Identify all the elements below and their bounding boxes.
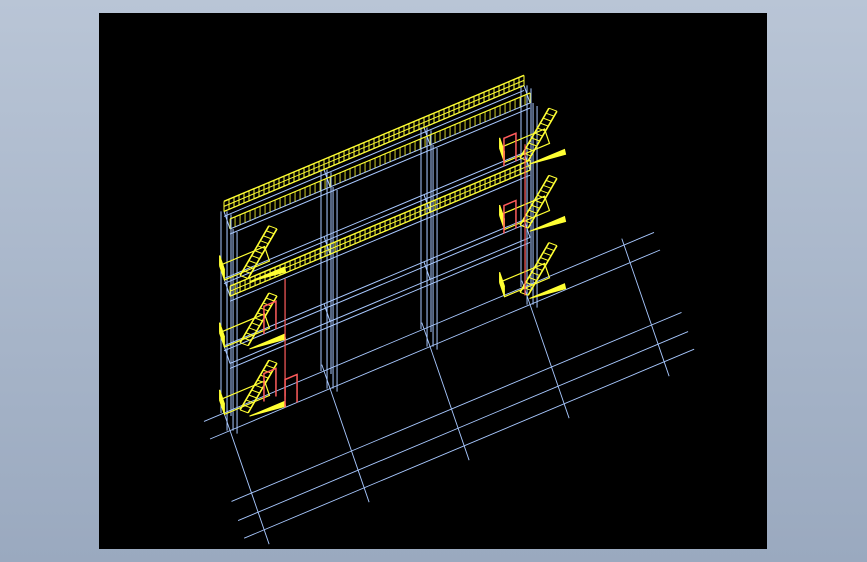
- stair-tread: [248, 327, 257, 332]
- stair-tread: [534, 199, 543, 204]
- stair-tread: [543, 117, 552, 122]
- railing-top-rail: [223, 74, 525, 202]
- beam-longitudinal: [223, 157, 525, 285]
- cad-model-viewport[interactable]: [99, 13, 767, 549]
- stair-tread: [545, 179, 555, 184]
- grid-line-x: [237, 331, 689, 522]
- structure-beams: [223, 84, 531, 369]
- stair-tread: [540, 122, 549, 127]
- stair-tread: [548, 174, 558, 179]
- stair-tread: [540, 257, 549, 261]
- grid-line-x: [231, 311, 682, 502]
- stair-tread: [268, 359, 278, 364]
- railing-mid-rail: [223, 79, 525, 207]
- stair-landing-plate: [529, 215, 567, 232]
- stair-tread: [268, 292, 278, 297]
- stair-tread: [254, 317, 263, 322]
- stair-tread: [265, 230, 275, 235]
- stair-tread: [265, 297, 275, 302]
- stair-tread: [254, 384, 263, 389]
- door-frame: [284, 373, 298, 408]
- stair-tread: [543, 252, 552, 257]
- railing-top-rail: [229, 159, 531, 287]
- stair-tread: [548, 107, 558, 112]
- grid-line-y: [221, 406, 270, 545]
- stair-tread: [260, 240, 269, 245]
- stair-tread: [268, 225, 278, 230]
- stair-landing-plate: [529, 283, 567, 300]
- stair-tread: [548, 242, 558, 247]
- wireframe-drawing: [203, 74, 695, 545]
- stair-landing-plate: [529, 148, 567, 165]
- beam-longitudinal: [223, 89, 525, 217]
- stair-tread: [534, 132, 543, 137]
- beam-longitudinal: [229, 107, 531, 235]
- ground-grid: [203, 231, 695, 545]
- stair-tread: [251, 255, 260, 260]
- stair-tread: [263, 235, 272, 240]
- stair-tread: [543, 184, 552, 189]
- stair-tread: [239, 275, 249, 279]
- stair-tread: [239, 409, 249, 414]
- grid-line-y: [621, 238, 670, 377]
- stair-tread: [534, 266, 543, 271]
- grid-line-x: [209, 249, 661, 440]
- stair-tread: [248, 260, 257, 265]
- grid-line-y: [521, 280, 570, 419]
- grid-line-x: [243, 348, 695, 539]
- grid-line-y: [421, 322, 470, 461]
- railing-base: [223, 84, 525, 212]
- stair-tread: [239, 342, 249, 347]
- stair-landing-plate: [249, 333, 287, 350]
- stair-tread: [545, 112, 555, 117]
- beam-longitudinal: [229, 241, 531, 369]
- stair-tread: [251, 389, 260, 394]
- stair-tread: [265, 364, 275, 369]
- stair-tread: [540, 189, 549, 194]
- stair-landing-plate: [249, 400, 287, 417]
- stair-tread: [248, 394, 257, 399]
- stair-tread: [254, 250, 263, 255]
- stair-tread: [251, 322, 260, 327]
- beam-longitudinal: [229, 174, 531, 302]
- grid-line-x: [203, 231, 655, 422]
- stair-tread: [545, 247, 555, 252]
- grid-line-y: [321, 364, 370, 503]
- walkway-railings: [223, 74, 531, 297]
